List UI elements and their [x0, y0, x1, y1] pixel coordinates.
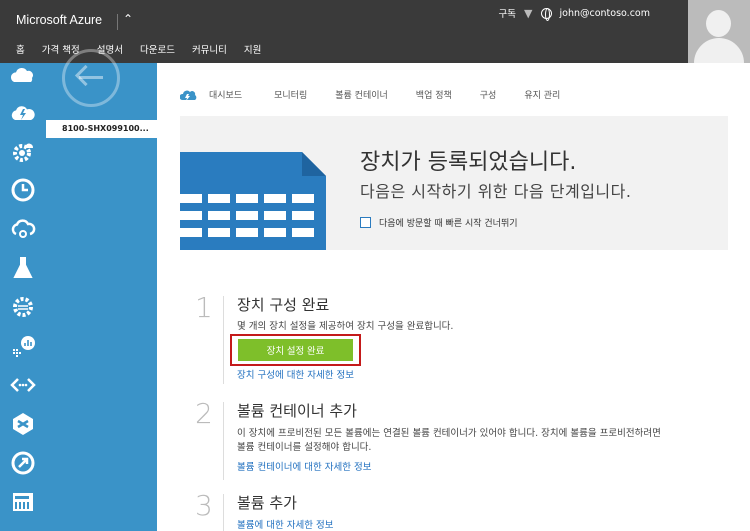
- tab-dashboard[interactable]: 대시보드: [209, 88, 242, 101]
- storage-appliance-illustration: [180, 152, 326, 250]
- tab-configure[interactable]: 구성: [480, 88, 497, 101]
- skip-label[interactable]: 다음에 방문할 때 빠른 시작 건너뛰기: [379, 216, 518, 229]
- storsimple-cloud-icon: [180, 90, 197, 101]
- device-panel: 8100-SHX099100...: [46, 49, 157, 531]
- subscription-label[interactable]: 구독: [499, 6, 516, 20]
- filter-icon[interactable]: ▼: [524, 7, 532, 20]
- cloud-services-icon[interactable]: [9, 63, 37, 91]
- step-divider: [223, 402, 224, 480]
- nav-community[interactable]: 커뮤니티: [192, 42, 227, 56]
- device-tabs: 대시보드 모니터링 볼륨 컨테이너 백업 정책 구성 유지 관리: [180, 88, 588, 101]
- arrow-circle-icon[interactable]: [9, 449, 37, 477]
- chevron-up-icon[interactable]: ⌃: [123, 12, 133, 26]
- tab-volume-containers[interactable]: 볼륨 컨테이너: [335, 88, 388, 101]
- globe-icon: [540, 7, 552, 21]
- clock-icon[interactable]: [9, 176, 37, 204]
- step-number: 3: [195, 489, 213, 522]
- account-area: 구독 ▼ john@contoso.com: [499, 6, 651, 21]
- nav-support[interactable]: 지원: [244, 42, 261, 56]
- step-divider: [223, 494, 224, 531]
- gear-waves-icon[interactable]: [9, 293, 37, 321]
- step-number: 2: [195, 397, 213, 430]
- step-link[interactable]: 볼륨에 대한 자세한 정보: [237, 517, 333, 531]
- code-arrows-icon[interactable]: [9, 371, 37, 399]
- complete-device-setup-button[interactable]: 장치 설정 완료: [238, 339, 353, 361]
- step-link[interactable]: 볼륨 컨테이너에 대한 자세한 정보: [237, 459, 371, 473]
- title-divider: [117, 14, 118, 30]
- step-link[interactable]: 장치 구성에 대한 자세한 정보: [237, 367, 354, 381]
- step-title: 볼륨 컨테이너 추가: [237, 402, 357, 420]
- tab-maintenance[interactable]: 유지 관리: [524, 88, 560, 101]
- flask-icon[interactable]: [9, 254, 37, 282]
- storage-device-icon[interactable]: [9, 488, 37, 516]
- avatar-head: [706, 10, 731, 37]
- device-list-item[interactable]: 8100-SHX099100...: [46, 120, 157, 138]
- top-bar: Microsoft Azure ⌃ 홈 가격 책정 설명서 다운로드 커뮤니티 …: [0, 0, 750, 63]
- left-icon-bar: [0, 63, 46, 531]
- cloud-sync-icon[interactable]: [9, 215, 37, 243]
- main-nav: 홈 가격 책정 설명서 다운로드 커뮤니티 지원: [16, 42, 278, 56]
- step-title: 장치 구성 완료: [237, 296, 330, 314]
- step-description: 몇 개의 장치 설정을 제공하여 장치 구성을 완료합니다.: [237, 321, 454, 332]
- chart-icon[interactable]: [9, 332, 37, 360]
- registration-banner: 장치가 등록되었습니다. 다음은 시작하기 위한 다음 단계입니다. 다음에 방…: [180, 116, 728, 250]
- user-email[interactable]: john@contoso.com: [560, 8, 651, 19]
- cta-highlight: 장치 설정 완료: [230, 334, 361, 366]
- skip-quickstart[interactable]: 다음에 방문할 때 빠른 시작 건너뛰기: [360, 216, 518, 229]
- nav-home[interactable]: 홈: [16, 42, 25, 56]
- hero-title: 장치가 등록되었습니다.: [360, 150, 577, 175]
- gear-cloud-icon[interactable]: [9, 138, 37, 166]
- cloud-lightning-icon[interactable]: [9, 100, 37, 128]
- skip-checkbox[interactable]: [360, 217, 371, 228]
- step-description: 이 장치에 프로비전된 모든 볼륨에는 연결된 볼륨 컨테이너가 있어야 합니다…: [237, 428, 661, 453]
- tab-backup-policy[interactable]: 백업 정책: [416, 88, 452, 101]
- app-title[interactable]: Microsoft Azure: [16, 13, 102, 27]
- step-divider: [223, 296, 224, 384]
- nav-downloads[interactable]: 다운로드: [140, 42, 175, 56]
- step-number: 1: [195, 291, 213, 324]
- avatar[interactable]: [688, 0, 750, 63]
- cube-icon[interactable]: [9, 410, 37, 438]
- avatar-body: [694, 38, 744, 63]
- step-title: 볼륨 추가: [237, 494, 297, 512]
- back-arrow-icon[interactable]: [62, 49, 120, 107]
- tab-monitoring[interactable]: 모니터링: [274, 88, 307, 101]
- hero-subtitle: 다음은 시작하기 위한 다음 단계입니다.: [360, 182, 632, 201]
